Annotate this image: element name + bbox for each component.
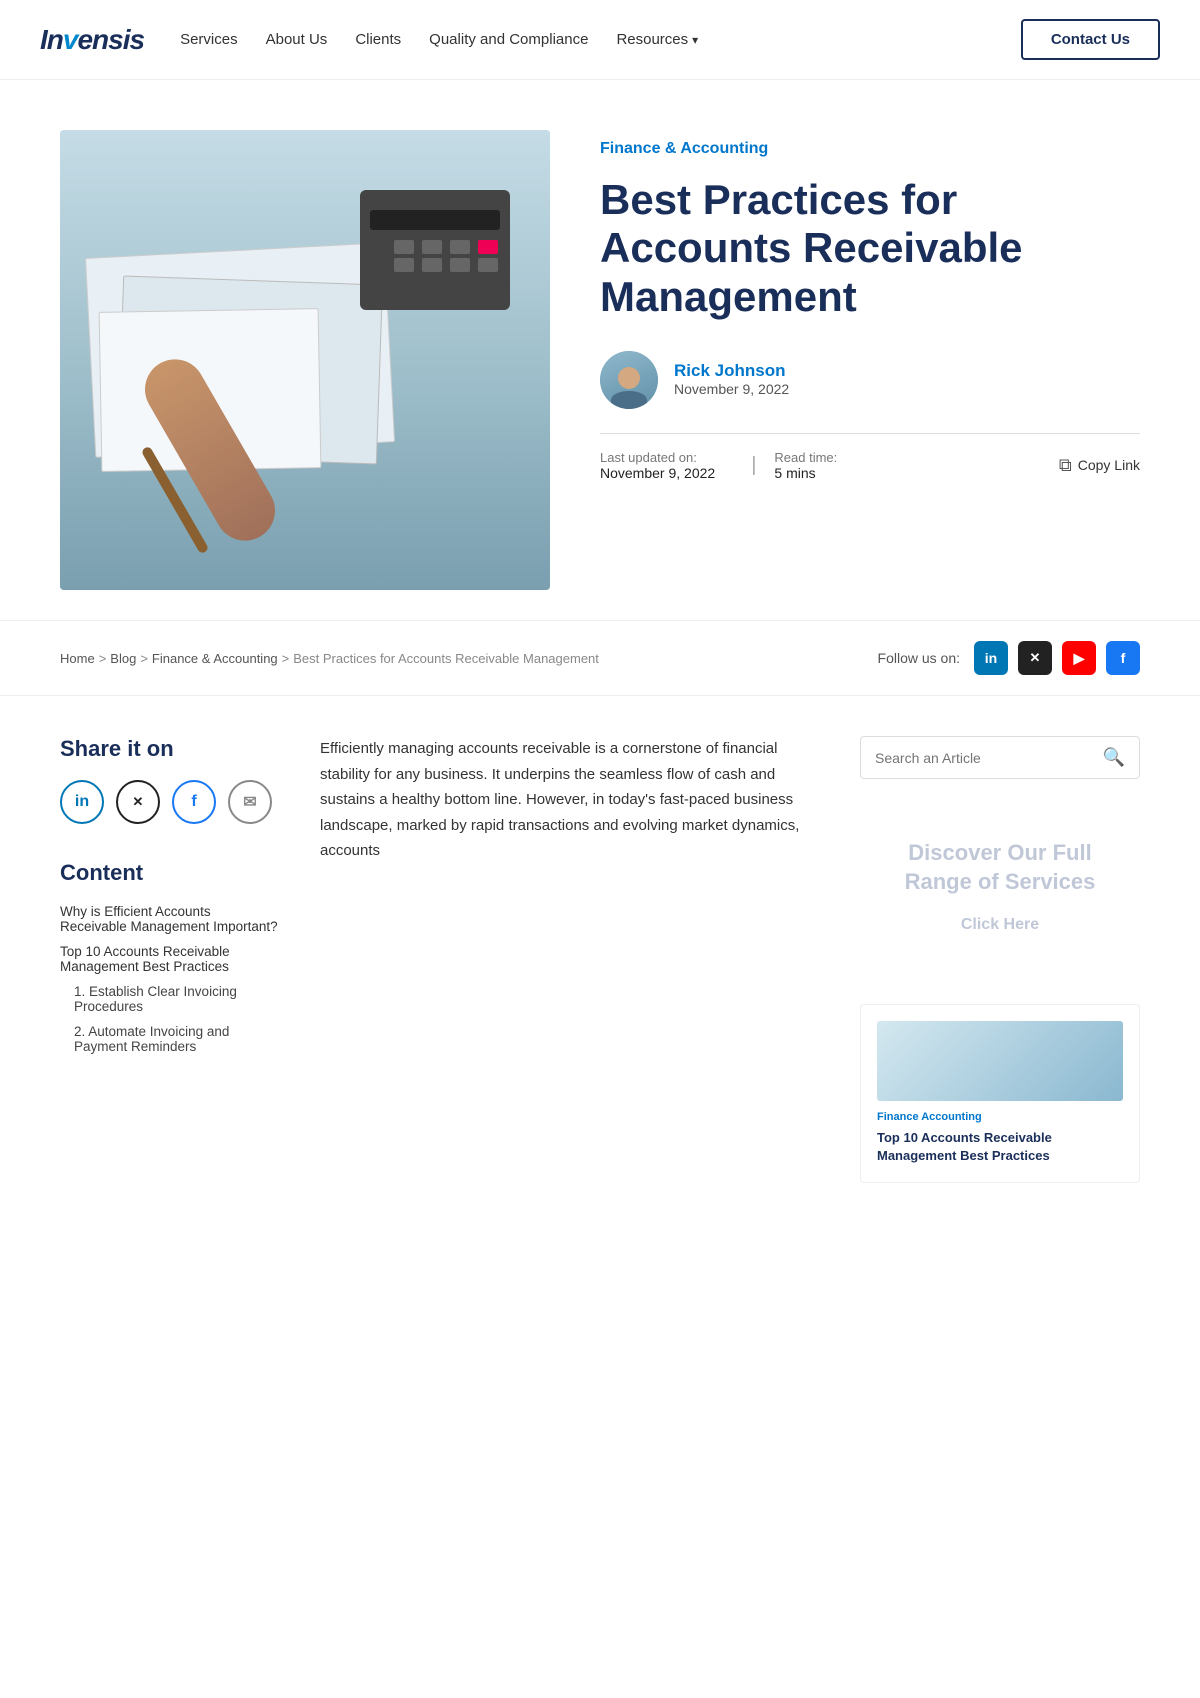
search-box[interactable]: 🔍: [860, 736, 1140, 779]
follow-section: Follow us on: in ✕ ▶ f: [878, 641, 1140, 675]
share-email[interactable]: ✉: [228, 780, 272, 824]
copy-icon: ⧉: [1059, 455, 1072, 476]
hero-section: Finance & Accounting Best Practices for …: [0, 80, 1200, 620]
article-body: Efficiently managing accounts receivable…: [320, 736, 820, 1183]
discover-services-box: Discover Our Full Range of Services Clic…: [860, 809, 1140, 964]
hero-content: Finance & Accounting Best Practices for …: [600, 130, 1140, 481]
nav-about[interactable]: About Us: [266, 31, 328, 48]
youtube-icon[interactable]: ▶: [1062, 641, 1096, 675]
navbar: Invensis Services About Us Clients Quali…: [0, 0, 1200, 80]
contact-us-button[interactable]: Contact Us: [1021, 19, 1160, 60]
follow-label: Follow us on:: [878, 649, 960, 667]
breadcrumb: Home > Blog > Finance & Accounting > Bes…: [60, 651, 858, 666]
main-content: Share it on in ✕ f ✉ Content Why is Effi…: [0, 696, 1200, 1223]
last-updated: Last updated on: November 9, 2022: [600, 450, 715, 481]
related-article-image: [877, 1021, 1123, 1101]
read-time: Read time: 5 mins: [774, 450, 837, 481]
left-sidebar: Share it on in ✕ f ✉ Content Why is Effi…: [60, 736, 280, 1183]
breadcrumb-blog[interactable]: Blog: [110, 651, 136, 666]
toc-item[interactable]: Top 10 Accounts Receivable Management Be…: [60, 944, 280, 974]
hero-image: [60, 130, 550, 590]
share-section: Share it on in ✕ f ✉: [60, 736, 280, 824]
author-section: Rick Johnson November 9, 2022: [600, 351, 1140, 409]
share-title: Share it on: [60, 736, 280, 762]
x-twitter-icon[interactable]: ✕: [1018, 641, 1052, 675]
toc-subitem[interactable]: 2. Automate Invoicing and Payment Remind…: [60, 1024, 280, 1054]
share-icons: in ✕ f ✉: [60, 780, 280, 824]
copy-link-button[interactable]: ⧉ Copy Link: [1059, 455, 1140, 476]
nav-quality[interactable]: Quality and Compliance: [429, 31, 588, 48]
facebook-icon[interactable]: f: [1106, 641, 1140, 675]
main-nav: Services About Us Clients Quality and Co…: [180, 31, 1021, 48]
search-icon: 🔍: [1103, 747, 1125, 767]
linkedin-icon[interactable]: in: [974, 641, 1008, 675]
meta-row: Last updated on: November 9, 2022 | Read…: [600, 433, 1140, 481]
search-button[interactable]: 🔍: [1103, 747, 1125, 768]
author-avatar: [600, 351, 658, 409]
toc-list: Why is Efficient Accounts Receivable Man…: [60, 904, 280, 1054]
article-paragraph: Efficiently managing accounts receivable…: [320, 736, 820, 864]
article-title: Best Practices for Accounts Receivable M…: [600, 176, 1140, 321]
logo[interactable]: Invensis: [40, 24, 144, 56]
author-date: November 9, 2022: [674, 381, 789, 397]
breadcrumb-social-bar: Home > Blog > Finance & Accounting > Bes…: [0, 620, 1200, 696]
table-of-contents: Content Why is Efficient Accounts Receiv…: [60, 860, 280, 1054]
toc-item[interactable]: Why is Efficient Accounts Receivable Man…: [60, 904, 280, 934]
click-here-button[interactable]: Click Here: [961, 916, 1039, 933]
related-article: Finance Accounting Top 10 Accounts Recei…: [860, 1004, 1140, 1182]
share-linkedin[interactable]: in: [60, 780, 104, 824]
breadcrumb-home[interactable]: Home: [60, 651, 95, 666]
discover-title: Discover Our Full Range of Services: [880, 839, 1120, 896]
share-x-twitter[interactable]: ✕: [116, 780, 160, 824]
author-name[interactable]: Rick Johnson: [674, 361, 789, 381]
social-icons: in ✕ ▶ f: [974, 641, 1140, 675]
share-facebook[interactable]: f: [172, 780, 216, 824]
breadcrumb-current: Best Practices for Accounts Receivable M…: [293, 651, 599, 666]
nav-clients[interactable]: Clients: [355, 31, 401, 48]
toc-subitem[interactable]: 1. Establish Clear Invoicing Procedures: [60, 984, 280, 1014]
breadcrumb-category[interactable]: Finance & Accounting: [152, 651, 278, 666]
article-category[interactable]: Finance & Accounting: [600, 140, 1140, 158]
related-article-category: Finance Accounting: [877, 1111, 1123, 1123]
right-sidebar: 🔍 Discover Our Full Range of Services Cl…: [860, 736, 1140, 1183]
author-info: Rick Johnson November 9, 2022: [674, 361, 789, 398]
related-article-title[interactable]: Top 10 Accounts Receivable Management Be…: [877, 1129, 1123, 1165]
search-input[interactable]: [875, 750, 1095, 766]
toc-title: Content: [60, 860, 280, 886]
nav-services[interactable]: Services: [180, 31, 238, 48]
nav-resources[interactable]: Resources: [616, 31, 698, 48]
